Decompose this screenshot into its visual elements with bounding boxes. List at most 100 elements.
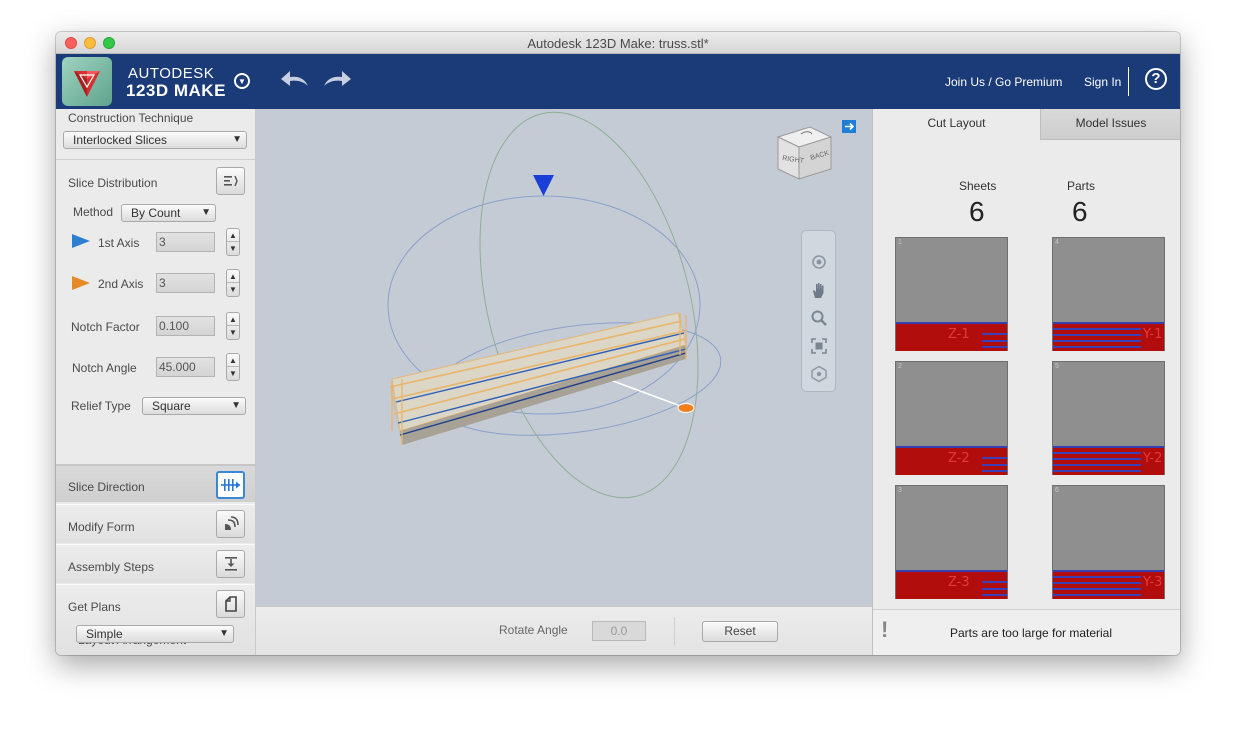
relief-type-select[interactable]: Square ▼ bbox=[142, 397, 246, 415]
modify-form-button[interactable] bbox=[216, 510, 245, 538]
chevron-down-icon[interactable]: ▼ bbox=[234, 73, 250, 89]
app-window: Autodesk 123D Make: truss.stl* AUTODESK … bbox=[56, 32, 1180, 655]
parts-count: 6 bbox=[1072, 196, 1088, 227]
redo-icon[interactable] bbox=[322, 69, 352, 95]
section-slice-direction[interactable]: Slice Direction bbox=[56, 464, 255, 502]
layout-arrangement-value: Simple bbox=[86, 627, 123, 641]
stepper-down-icon[interactable]: ▼ bbox=[227, 283, 239, 296]
divider bbox=[56, 159, 255, 160]
slice-tag: Y-3 bbox=[1143, 575, 1163, 590]
axis2-flag-icon bbox=[72, 276, 90, 290]
left-panel: Construction Technique Interlocked Slice… bbox=[56, 109, 256, 655]
pan-hand-icon[interactable] bbox=[808, 279, 830, 301]
notch-angle-input[interactable]: 45.000 bbox=[156, 357, 215, 377]
sheet-thumbnail[interactable]: 2 Z-2 bbox=[895, 361, 1008, 475]
chevron-down-icon: ▼ bbox=[231, 400, 241, 411]
slice-strip: Y-3 bbox=[1053, 570, 1164, 599]
fit-view-icon[interactable] bbox=[808, 335, 830, 357]
slice-strip: Z-1 bbox=[896, 322, 1007, 351]
notch-angle-label: Notch Angle bbox=[72, 361, 137, 375]
help-button[interactable]: ? bbox=[1145, 68, 1167, 90]
sheet-thumbnail[interactable]: 5 Y-2 bbox=[1052, 361, 1165, 475]
orbit-icon[interactable] bbox=[808, 251, 830, 273]
sheet-thumbnail[interactable]: 3 Z-3 bbox=[895, 485, 1008, 599]
sheets-label: Sheets bbox=[959, 179, 997, 193]
section-label: Assembly Steps bbox=[68, 560, 155, 574]
assembly-steps-icon bbox=[224, 557, 237, 571]
gizmo-top-handle-icon bbox=[533, 175, 554, 196]
slice-tag: Y-2 bbox=[1143, 451, 1163, 466]
chevron-down-icon: ▼ bbox=[219, 628, 229, 639]
sheet-thumbnail[interactable]: 4 Y-1 bbox=[1052, 237, 1165, 351]
construction-technique-value: Interlocked Slices bbox=[73, 133, 168, 147]
notch-factor-stepper[interactable]: ▲ ▼ bbox=[226, 312, 240, 340]
slice-tag: Z-1 bbox=[948, 327, 970, 342]
slice-strip: Z-3 bbox=[896, 570, 1007, 599]
section-assembly-steps[interactable]: Assembly Steps bbox=[56, 544, 255, 583]
stepper-down-icon[interactable]: ▼ bbox=[227, 367, 239, 380]
view-cube[interactable]: RIGHT BACK bbox=[776, 126, 833, 180]
undo-icon[interactable] bbox=[280, 69, 310, 95]
look-at-icon[interactable] bbox=[808, 363, 830, 385]
sign-in-link[interactable]: Sign In bbox=[1084, 75, 1121, 89]
reset-button[interactable]: Reset bbox=[702, 621, 778, 642]
rotate-bar: Rotate Angle 0.0 Reset bbox=[256, 606, 872, 655]
section-label: Slice Direction bbox=[68, 480, 145, 494]
notch-angle-stepper[interactable]: ▲ ▼ bbox=[226, 353, 240, 381]
modify-form-icon bbox=[224, 516, 239, 530]
slice-distribution-button[interactable] bbox=[216, 167, 245, 195]
chevron-down-icon: ▼ bbox=[201, 207, 211, 218]
layout-arrangement-select[interactable]: Simple ▼ bbox=[76, 625, 234, 643]
method-label: Method bbox=[73, 205, 114, 219]
relief-type-value: Square bbox=[152, 399, 191, 413]
stepper-up-icon[interactable]: ▲ bbox=[227, 229, 239, 242]
sheet-thumbnail[interactable]: 6 Y-3 bbox=[1052, 485, 1165, 599]
tab-cut-layout[interactable]: Cut Layout bbox=[873, 109, 1040, 140]
stepper-down-icon[interactable]: ▼ bbox=[227, 326, 239, 339]
join-premium-link[interactable]: Join Us / Go Premium bbox=[945, 75, 1062, 89]
warning-text: Parts are too large for material bbox=[949, 626, 1113, 640]
notch-factor-input[interactable]: 0.100 bbox=[156, 316, 215, 336]
section-label: Get Plans bbox=[68, 600, 121, 614]
notch-factor-label: Notch Factor bbox=[71, 320, 140, 334]
sheet-number: 4 bbox=[1055, 239, 1059, 246]
get-plans-icon bbox=[224, 596, 237, 612]
get-plans-button[interactable] bbox=[216, 590, 245, 618]
slice-strip: Y-2 bbox=[1053, 446, 1164, 475]
section-get-plans[interactable]: Get Plans Layout Arrangement bbox=[56, 584, 255, 655]
axis1-input[interactable]: 3 bbox=[156, 232, 215, 252]
slice-strip: Y-1 bbox=[1053, 322, 1164, 351]
axis2-stepper[interactable]: ▲ ▼ bbox=[226, 269, 240, 297]
axis1-stepper[interactable]: ▲ ▼ bbox=[226, 228, 240, 256]
zoom-icon[interactable] bbox=[808, 307, 830, 329]
section-label: Modify Form bbox=[68, 520, 135, 534]
stepper-up-icon[interactable]: ▲ bbox=[227, 270, 239, 283]
construction-technique-select[interactable]: Interlocked Slices ▼ bbox=[63, 131, 247, 149]
stepper-up-icon[interactable]: ▲ bbox=[227, 354, 239, 367]
slice-tag: Z-2 bbox=[948, 451, 970, 466]
rotate-angle-label: Rotate Angle bbox=[499, 623, 568, 637]
sheet-number: 6 bbox=[1055, 487, 1059, 494]
chevron-down-icon: ▼ bbox=[232, 134, 242, 145]
rotate-angle-input[interactable]: 0.0 bbox=[592, 621, 646, 641]
brand-product: 123D MAKE bbox=[126, 81, 226, 100]
assembly-steps-button[interactable] bbox=[216, 550, 245, 578]
model-viewport[interactable]: RIGHT BACK bbox=[256, 109, 872, 606]
divider bbox=[674, 617, 675, 645]
sheet-thumbnail[interactable]: 1 Z-1 bbox=[895, 237, 1008, 351]
slice-direction-icon bbox=[220, 479, 240, 491]
header-divider bbox=[1128, 67, 1129, 96]
navigation-toolbar bbox=[801, 230, 836, 392]
relief-type-label: Relief Type bbox=[71, 399, 131, 413]
model-canvas[interactable]: RIGHT BACK bbox=[256, 109, 872, 606]
method-select[interactable]: By Count ▼ bbox=[121, 204, 216, 222]
cut-layout-content: Sheets 6 Parts 6 1 Z-1 4 Y-1 2 Z-2 5 Y-2… bbox=[873, 140, 1180, 609]
warning-bar: ! Parts are too large for material bbox=[873, 609, 1180, 655]
slice-tag: Y-1 bbox=[1143, 327, 1163, 342]
stepper-down-icon[interactable]: ▼ bbox=[227, 242, 239, 255]
stepper-up-icon[interactable]: ▲ bbox=[227, 313, 239, 326]
axis2-input[interactable]: 3 bbox=[156, 273, 215, 293]
slice-direction-button[interactable] bbox=[216, 471, 245, 499]
section-modify-form[interactable]: Modify Form bbox=[56, 504, 255, 543]
tab-model-issues[interactable]: Model Issues bbox=[1040, 109, 1180, 140]
